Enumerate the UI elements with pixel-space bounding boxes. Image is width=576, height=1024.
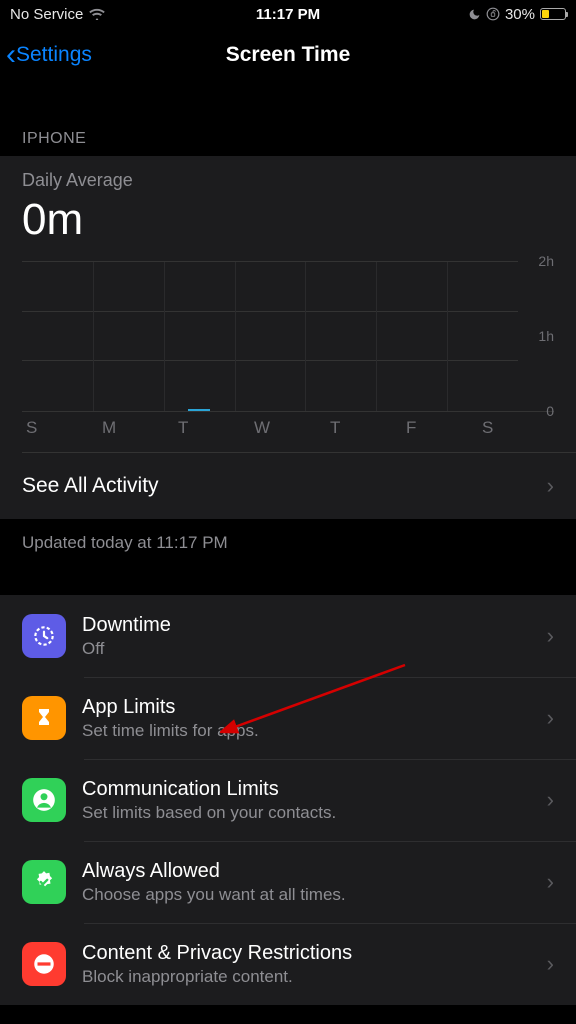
- chart-day-label: T: [174, 412, 250, 452]
- daily-average-value: 0m: [22, 195, 554, 245]
- updated-timestamp: Updated today at 11:17 PM: [0, 519, 576, 595]
- battery-icon: [540, 8, 566, 20]
- page-title: Screen Time: [226, 43, 351, 67]
- see-all-activity-row[interactable]: See All Activity ›: [0, 453, 576, 519]
- chevron-right-icon: ›: [547, 787, 554, 813]
- row-always-allowed[interactable]: Always AllowedChoose apps you want at al…: [0, 841, 576, 923]
- chart-day-label: F: [402, 412, 478, 452]
- contact-icon: [22, 778, 66, 822]
- moon-icon: [468, 8, 481, 21]
- chart-x-axis: SMTWTFS: [22, 411, 554, 452]
- row-subtitle: Block inappropriate content.: [82, 967, 531, 987]
- y-label-0: 0: [546, 403, 554, 419]
- screen-time-settings-list: DowntimeOff›App LimitsSet time limits fo…: [0, 595, 576, 1005]
- chart-day-label: T: [326, 412, 402, 452]
- chevron-right-icon: ›: [547, 623, 554, 649]
- downtime-icon: [22, 614, 66, 658]
- row-content-privacy[interactable]: Content & Privacy RestrictionsBlock inap…: [0, 923, 576, 1005]
- chevron-right-icon: ›: [547, 869, 554, 895]
- back-button[interactable]: ‹ Settings: [6, 28, 92, 82]
- chart-day-label: M: [98, 412, 174, 452]
- status-bar: No Service 11:17 PM 30%: [0, 0, 576, 28]
- row-title: Content & Privacy Restrictions: [82, 942, 531, 965]
- no-entry-icon: [22, 942, 66, 986]
- chevron-right-icon: ›: [547, 705, 554, 731]
- clock: 11:17 PM: [256, 6, 320, 23]
- back-label: Settings: [16, 43, 92, 67]
- see-all-activity-label: See All Activity: [22, 474, 159, 498]
- row-title: Always Allowed: [82, 860, 531, 883]
- row-title: Downtime: [82, 614, 531, 637]
- row-app-limits[interactable]: App LimitsSet time limits for apps. ›: [0, 677, 576, 759]
- row-subtitle: Choose apps you want at all times.: [82, 885, 531, 905]
- nav-header: ‹ Settings Screen Time: [0, 28, 576, 82]
- chevron-right-icon: ›: [547, 473, 554, 499]
- y-label-1h: 1h: [538, 328, 554, 344]
- y-label-2h: 2h: [538, 253, 554, 269]
- chart-bar: [188, 409, 210, 411]
- chart-day-label: S: [22, 412, 98, 452]
- daily-average-label: Daily Average: [22, 170, 554, 191]
- usage-chart: 2h 1h 0: [22, 261, 554, 411]
- row-communication-limits[interactable]: Communication LimitsSet limits based on …: [0, 759, 576, 841]
- battery-percent: 30%: [505, 6, 535, 23]
- wifi-icon: [89, 8, 105, 20]
- usage-summary[interactable]: Daily Average 0m 2h 1h 0 SMTWTFS: [0, 156, 576, 452]
- hourglass-icon: [22, 696, 66, 740]
- chart-day-label: W: [250, 412, 326, 452]
- row-title: App Limits: [82, 696, 531, 719]
- row-subtitle: Set time limits for apps.: [82, 721, 531, 741]
- check-seal-icon: [22, 860, 66, 904]
- chart-day-label: S: [478, 412, 554, 452]
- section-header-device: IPHONE: [0, 82, 576, 156]
- row-downtime[interactable]: DowntimeOff ›: [0, 595, 576, 677]
- row-title: Communication Limits: [82, 778, 531, 801]
- row-subtitle: Off: [82, 639, 531, 659]
- chevron-left-icon: ‹: [6, 40, 16, 70]
- orientation-lock-icon: [486, 7, 500, 21]
- row-subtitle: Set limits based on your contacts.: [82, 803, 531, 823]
- chevron-right-icon: ›: [547, 951, 554, 977]
- carrier-label: No Service: [10, 6, 83, 23]
